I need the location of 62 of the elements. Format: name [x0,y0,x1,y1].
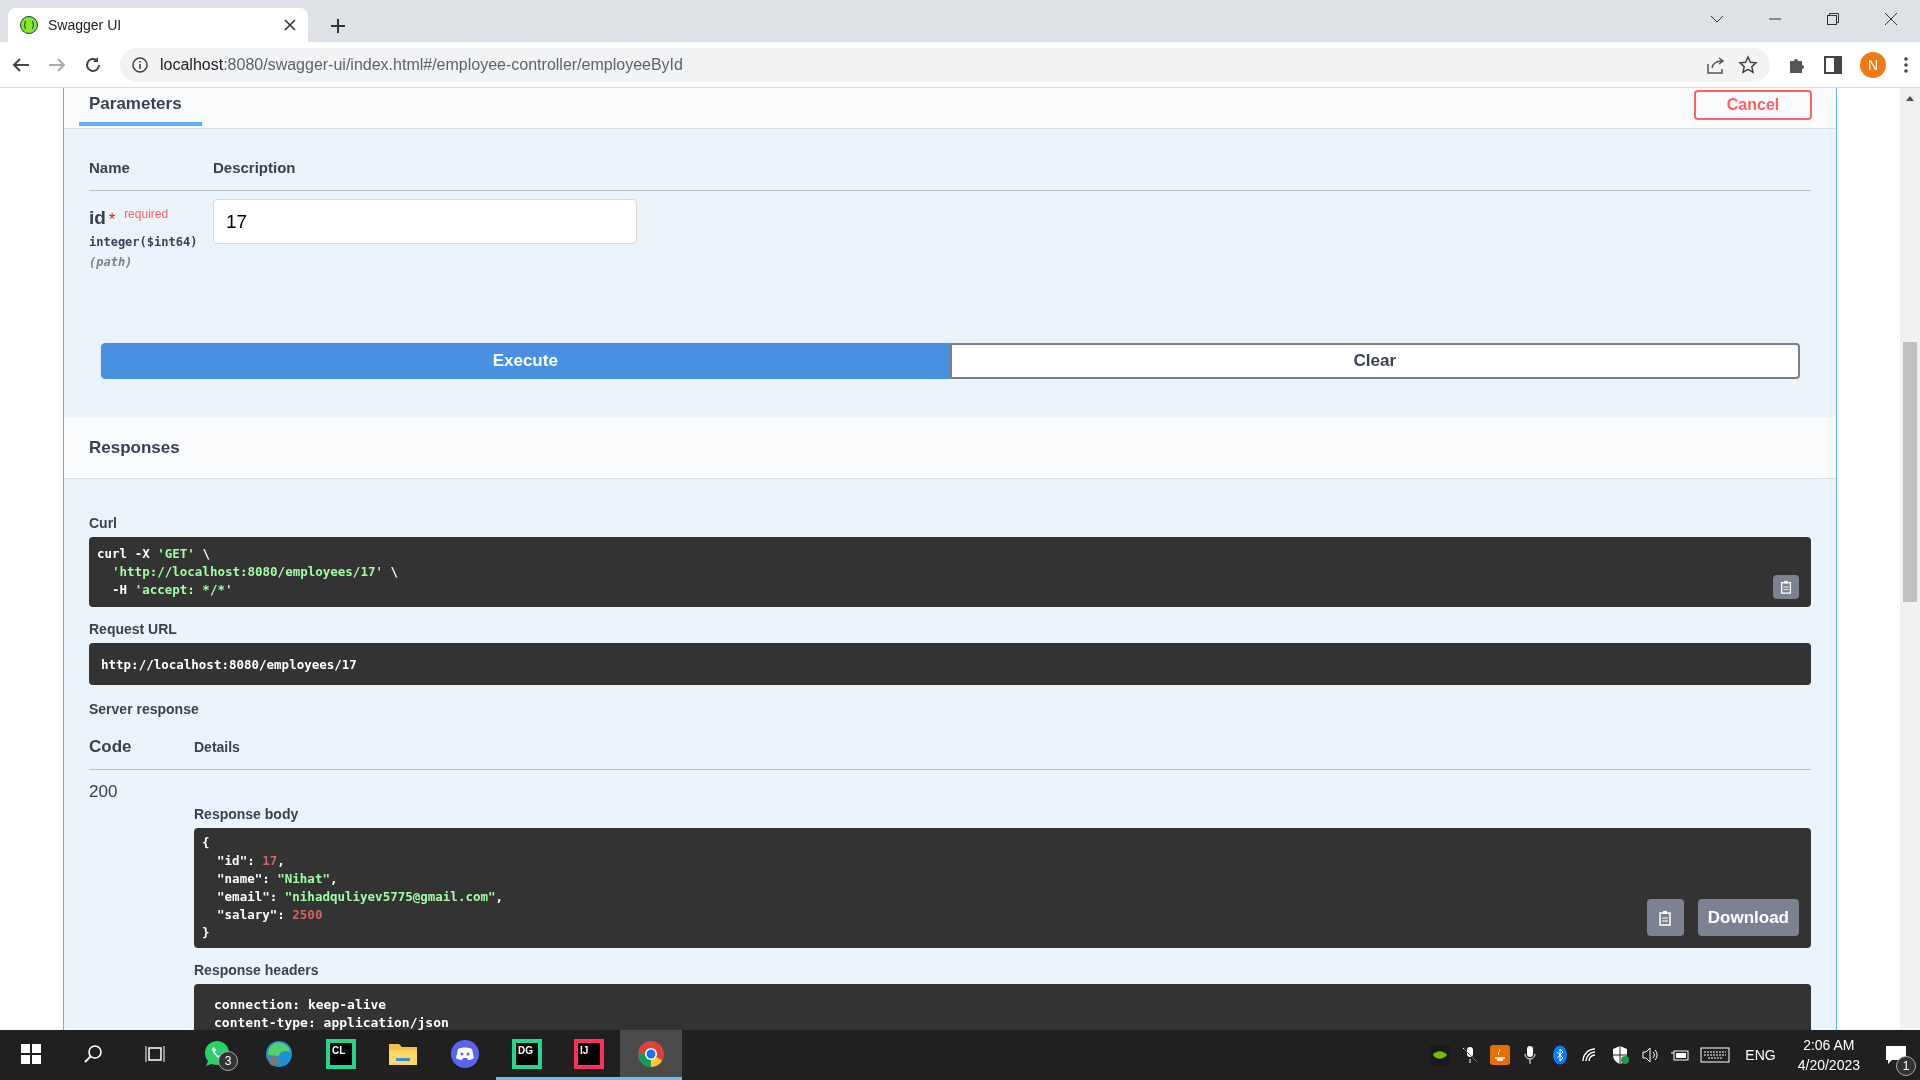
new-tab-icon[interactable] [330,18,346,34]
menu-icon[interactable] [1904,56,1908,73]
copy-button[interactable] [1646,899,1684,936]
app-logo: IJ [574,1038,604,1069]
response-body-label: Response body [194,806,300,822]
language-indicator: ENG [1744,1047,1777,1063]
count-badge: 3 [218,1051,238,1071]
back-arrow-icon[interactable] [12,56,30,73]
app-logo: DG [512,1038,542,1069]
scrollbar-thumb[interactable] [1903,342,1917,602]
clock: 2:06 AM 4/20/2023 [1796,1036,1861,1075]
swagger-logo-icon [20,16,38,34]
clear-button[interactable]: Clear [949,343,1800,379]
count-badge: 1 [1896,1056,1916,1076]
info-icon [132,56,148,73]
parameters-tab[interactable]: Parameters [79,88,202,126]
responses-heading: Responses [64,417,1836,479]
response-headers-code: connection: keep-alive content-type: application/json [194,984,1811,1030]
column-header: Code [89,737,133,757]
taskbar-app[interactable]: CL [310,1030,372,1080]
nvidia-icon [1430,1045,1451,1065]
column-header: Description [213,159,296,176]
shield-icon [1610,1045,1631,1065]
taskbar-app[interactable]: DG [496,1030,558,1080]
curl-code: curl -X 'GET' \ 'http://localhost:8080/employees/17' \ -H 'accept: */*' [89,537,1811,607]
required-label: required [124,207,169,221]
request-url-label: Request URL [89,621,178,637]
download-button[interactable]: Download [1697,899,1799,936]
star-icon [1738,54,1758,75]
parameter-name: id [89,207,106,229]
reload-icon[interactable] [84,55,102,74]
browser-tab[interactable]: Swagger UI [8,8,308,42]
app-logo: CL [326,1038,356,1069]
clipboard-icon [1657,909,1674,926]
discord-icon [450,1038,480,1069]
tab-title: Swagger UI [48,17,123,33]
status-code: 200 [89,782,119,803]
clipboard-icon [1779,579,1793,595]
copy-button[interactable] [1773,575,1799,599]
request-url: http://localhost:8080/employees/17 [89,643,1811,685]
share-icon [1706,55,1726,74]
edge-icon [264,1038,294,1069]
keyboard-icon [1700,1045,1731,1065]
curl-label: Curl [89,515,118,531]
chrome-icon [636,1038,666,1069]
address-bar[interactable]: localhost:8080/swagger-ui/index.html#/employee-controller/employeeById [120,47,1770,82]
input-field[interactable]: 17 [213,199,637,244]
required-asterisk: * [108,211,116,229]
notifications-button[interactable]: 1 [1872,1030,1920,1080]
app-tray-icon [1490,1045,1511,1065]
url-text: localhost:8080/swagger-ui/index.html#/employee-controller/employeeById [160,55,684,74]
close-icon[interactable] [284,19,296,31]
parameter-type: integer($int64) [89,235,199,249]
response-body-code: { "id": 17, "name": "Nihat", "email": "nihadquliyev5775@gmail.com", "salary": 2500 } Download [194,828,1811,948]
column-header: Name [89,159,131,176]
response-headers-label: Response headers [194,962,320,978]
parameter-location: (path) [89,255,134,269]
column-header: Details [194,739,240,755]
server-response-label: Server response [89,701,200,717]
volume-icon [1640,1045,1661,1065]
taskbar-app[interactable]: 3 [186,1030,248,1080]
side-panel-icon[interactable] [1824,55,1842,74]
